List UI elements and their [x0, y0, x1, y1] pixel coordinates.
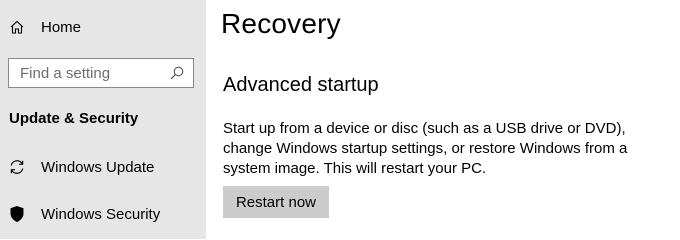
sidebar-item-label: Windows Update	[41, 158, 155, 176]
section-heading: Advanced startup	[223, 74, 379, 96]
home-icon	[8, 18, 26, 36]
sync-icon	[8, 158, 26, 176]
sidebar: Home Update & Security Windows	[0, 0, 206, 239]
main-content: Recovery Advanced startup Start up from …	[206, 0, 680, 239]
search-box[interactable]	[8, 58, 194, 88]
sidebar-item-windows-update[interactable]: Windows Update	[0, 149, 206, 185]
section-description: Start up from a device or disc (such as …	[223, 120, 628, 177]
sidebar-item-home[interactable]: Home	[0, 9, 206, 45]
search-icon[interactable]	[169, 65, 185, 81]
sidebar-section-title: Update & Security	[9, 110, 139, 127]
shield-icon	[8, 205, 26, 223]
restart-now-button[interactable]: Restart now	[223, 186, 329, 218]
page-title: Recovery	[221, 8, 341, 39]
sidebar-item-windows-security[interactable]: Windows Security	[0, 196, 206, 232]
sidebar-item-label: Home	[41, 18, 82, 36]
settings-window: Home Update & Security Windows	[0, 0, 680, 239]
search-input[interactable]	[9, 60, 165, 86]
sidebar-item-label: Windows Security	[41, 205, 161, 223]
